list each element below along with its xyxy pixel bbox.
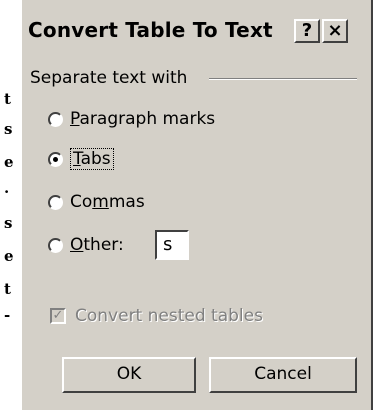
convert-nested-tables-checkbox-row: ✓ Convert nested tables — [50, 306, 263, 326]
radio-label: Other: — [70, 235, 124, 255]
close-icon: × — [327, 20, 343, 41]
background-document: t s e . s e t - — [0, 0, 20, 410]
ok-button[interactable]: OK — [62, 357, 196, 393]
radio-button-icon[interactable] — [48, 111, 63, 127]
background-char: t — [4, 90, 11, 108]
radio-label: Paragraph marks — [70, 109, 216, 129]
other-separator-input[interactable]: s — [155, 230, 189, 260]
radio-paragraph-marks[interactable]: Paragraph marks — [48, 106, 215, 132]
radio-other[interactable]: Other: — [48, 232, 124, 258]
radio-commas[interactable]: Commas — [48, 189, 145, 215]
convert-nested-tables-label: Convert nested tables — [75, 306, 263, 326]
background-char: s — [4, 214, 13, 232]
radio-button-icon[interactable] — [48, 194, 63, 210]
convert-table-to-text-dialog: Convert Table To Text ? × Separate text … — [20, 0, 373, 410]
help-button[interactable]: ? — [294, 19, 320, 43]
close-button[interactable]: × — [322, 19, 348, 43]
background-char: . — [4, 179, 10, 197]
group-divider — [209, 78, 357, 80]
radio-tabs[interactable]: Tabs — [48, 146, 114, 172]
radio-button-icon[interactable] — [48, 237, 63, 253]
background-char: s — [4, 120, 13, 138]
checkbox-checked-icon: ✓ — [50, 308, 66, 324]
background-char: t — [4, 280, 11, 298]
dialog-title: Convert Table To Text — [28, 18, 273, 42]
radio-label: Tabs — [70, 148, 114, 170]
background-char: e — [4, 153, 14, 171]
radio-button-selected-icon[interactable] — [48, 151, 63, 167]
background-char: e — [4, 247, 14, 265]
background-char: - — [4, 306, 11, 324]
cancel-button[interactable]: Cancel — [209, 357, 357, 393]
radio-label: Commas — [70, 192, 145, 212]
separate-text-group-label: Separate text with — [30, 68, 188, 88]
question-mark-icon: ? — [301, 20, 313, 41]
title-bar[interactable]: Convert Table To Text ? × — [22, 14, 371, 50]
